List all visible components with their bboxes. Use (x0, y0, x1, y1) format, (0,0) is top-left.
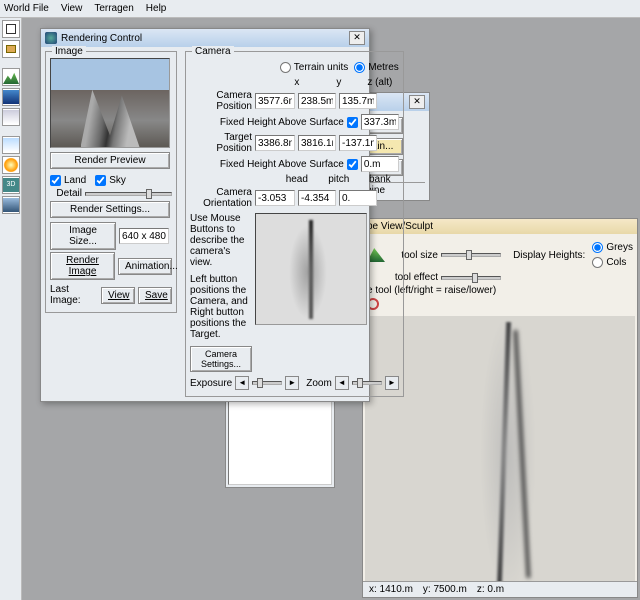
fixed-height-cam-checkbox[interactable] (347, 117, 358, 128)
camera-help-2: Left button positions the Camera, and Ri… (190, 274, 252, 340)
tool-3d-icon[interactable]: 3D (2, 176, 20, 194)
greys-radio[interactable] (592, 242, 603, 253)
fixed-height-cam-field[interactable] (361, 114, 399, 130)
detail-slider[interactable] (85, 192, 172, 196)
terrain-panel-close-icon[interactable]: ✕ (409, 95, 425, 109)
camera-settings-button[interactable]: Camera Settings... (190, 346, 252, 372)
exposure-label: Exposure (190, 378, 232, 389)
rendering-title: Rendering Control (61, 33, 345, 44)
animation-button[interactable]: Animation... (118, 258, 172, 275)
orientation-label: Camera Orientation (190, 187, 252, 209)
image-group-label: Image (52, 46, 86, 57)
camera-group: Camera Terrain units Metres x y z (alt) … (185, 51, 404, 397)
tool-atmosphere-icon[interactable] (2, 108, 20, 126)
camera-preview[interactable] (255, 213, 367, 325)
tool-render-icon[interactable] (2, 196, 20, 214)
exposure-left-icon[interactable]: ◄ (235, 376, 249, 390)
cam-pos-x[interactable] (255, 93, 295, 109)
render-preview-image (50, 58, 170, 148)
tool-sky-icon[interactable] (2, 136, 20, 154)
cam-pos-y[interactable] (298, 93, 336, 109)
status-y: y: 7500.m (423, 584, 467, 595)
menu-help[interactable]: Help (146, 3, 167, 14)
cols-radio[interactable] (592, 257, 603, 268)
fixed-height-tgt-checkbox[interactable] (347, 159, 358, 170)
zoom-label: Zoom (306, 378, 332, 389)
fixed-height-tgt-label: Fixed Height Above Surface (220, 159, 344, 170)
menu-bar: World File View Terragen Help (0, 0, 640, 18)
target-x[interactable] (255, 135, 295, 151)
menu-terragen[interactable]: Terragen (94, 3, 133, 14)
target-y[interactable] (298, 135, 336, 151)
status-x: x: 1410.m (369, 584, 413, 595)
image-size-button[interactable]: Image Size... (50, 222, 116, 250)
zoom-right-icon[interactable]: ► (385, 376, 399, 390)
rendering-dialog: Rendering Control ✕ Image Render Preview… (40, 28, 370, 402)
status-z: z: 0.m (477, 584, 504, 595)
fixed-height-cam-label: Fixed Height Above Surface (220, 117, 344, 128)
zoom-slider[interactable] (352, 381, 382, 385)
left-toolbar: 3D (0, 18, 22, 600)
last-image-label: Last Image: (50, 284, 98, 306)
menu-view[interactable]: View (61, 3, 83, 14)
camera-help-1: Use Mouse Buttons to describe the camera… (190, 213, 252, 268)
fixed-height-tgt-field[interactable] (361, 156, 399, 172)
exposure-right-icon[interactable]: ► (285, 376, 299, 390)
tool-landscape-icon[interactable] (2, 68, 20, 86)
terrain-units-radio[interactable] (280, 62, 291, 73)
orient-pitch[interactable] (298, 190, 336, 206)
render-image-button[interactable]: Render Image (50, 252, 115, 280)
cam-pos-z[interactable] (339, 93, 377, 109)
rendering-titlebar[interactable]: Rendering Control ✕ (41, 29, 369, 47)
tool-size-slider[interactable] (441, 253, 501, 257)
sky-checkbox[interactable] (95, 175, 106, 186)
tool-new-icon[interactable] (2, 20, 20, 38)
last-image-view-button[interactable]: View (101, 287, 135, 304)
last-image-save-button[interactable]: Save (138, 287, 172, 304)
camera-position-label: Camera Position (190, 90, 252, 112)
detail-label: Detail (50, 188, 82, 199)
tool-sun-icon[interactable] (2, 156, 20, 174)
camera-group-label: Camera (192, 46, 234, 57)
render-settings-button[interactable]: Render Settings... (50, 201, 170, 218)
target-position-label: Target Position (190, 132, 252, 154)
menu-world-file[interactable]: World File (4, 3, 49, 14)
tool-effect-slider[interactable] (441, 276, 501, 280)
orient-bank[interactable] (339, 190, 377, 206)
app-icon (45, 32, 57, 44)
image-group: Image Render Preview Land Sky Detail Ren… (45, 51, 177, 313)
target-z[interactable] (339, 135, 377, 151)
rendering-close-icon[interactable]: ✕ (349, 31, 365, 45)
image-size-field[interactable] (119, 228, 169, 244)
exposure-slider[interactable] (252, 381, 282, 385)
display-heights-label: Display Heights: (513, 250, 585, 261)
render-preview-button[interactable]: Render Preview (50, 152, 170, 169)
zoom-left-icon[interactable]: ◄ (335, 376, 349, 390)
orient-head[interactable] (255, 190, 295, 206)
tool-open-icon[interactable] (2, 40, 20, 58)
sculpt-statusbar: x: 1410.m y: 7500.m z: 0.m (363, 581, 637, 597)
land-checkbox[interactable] (50, 175, 61, 186)
tool-water-icon[interactable] (2, 88, 20, 106)
metres-radio[interactable] (354, 62, 365, 73)
